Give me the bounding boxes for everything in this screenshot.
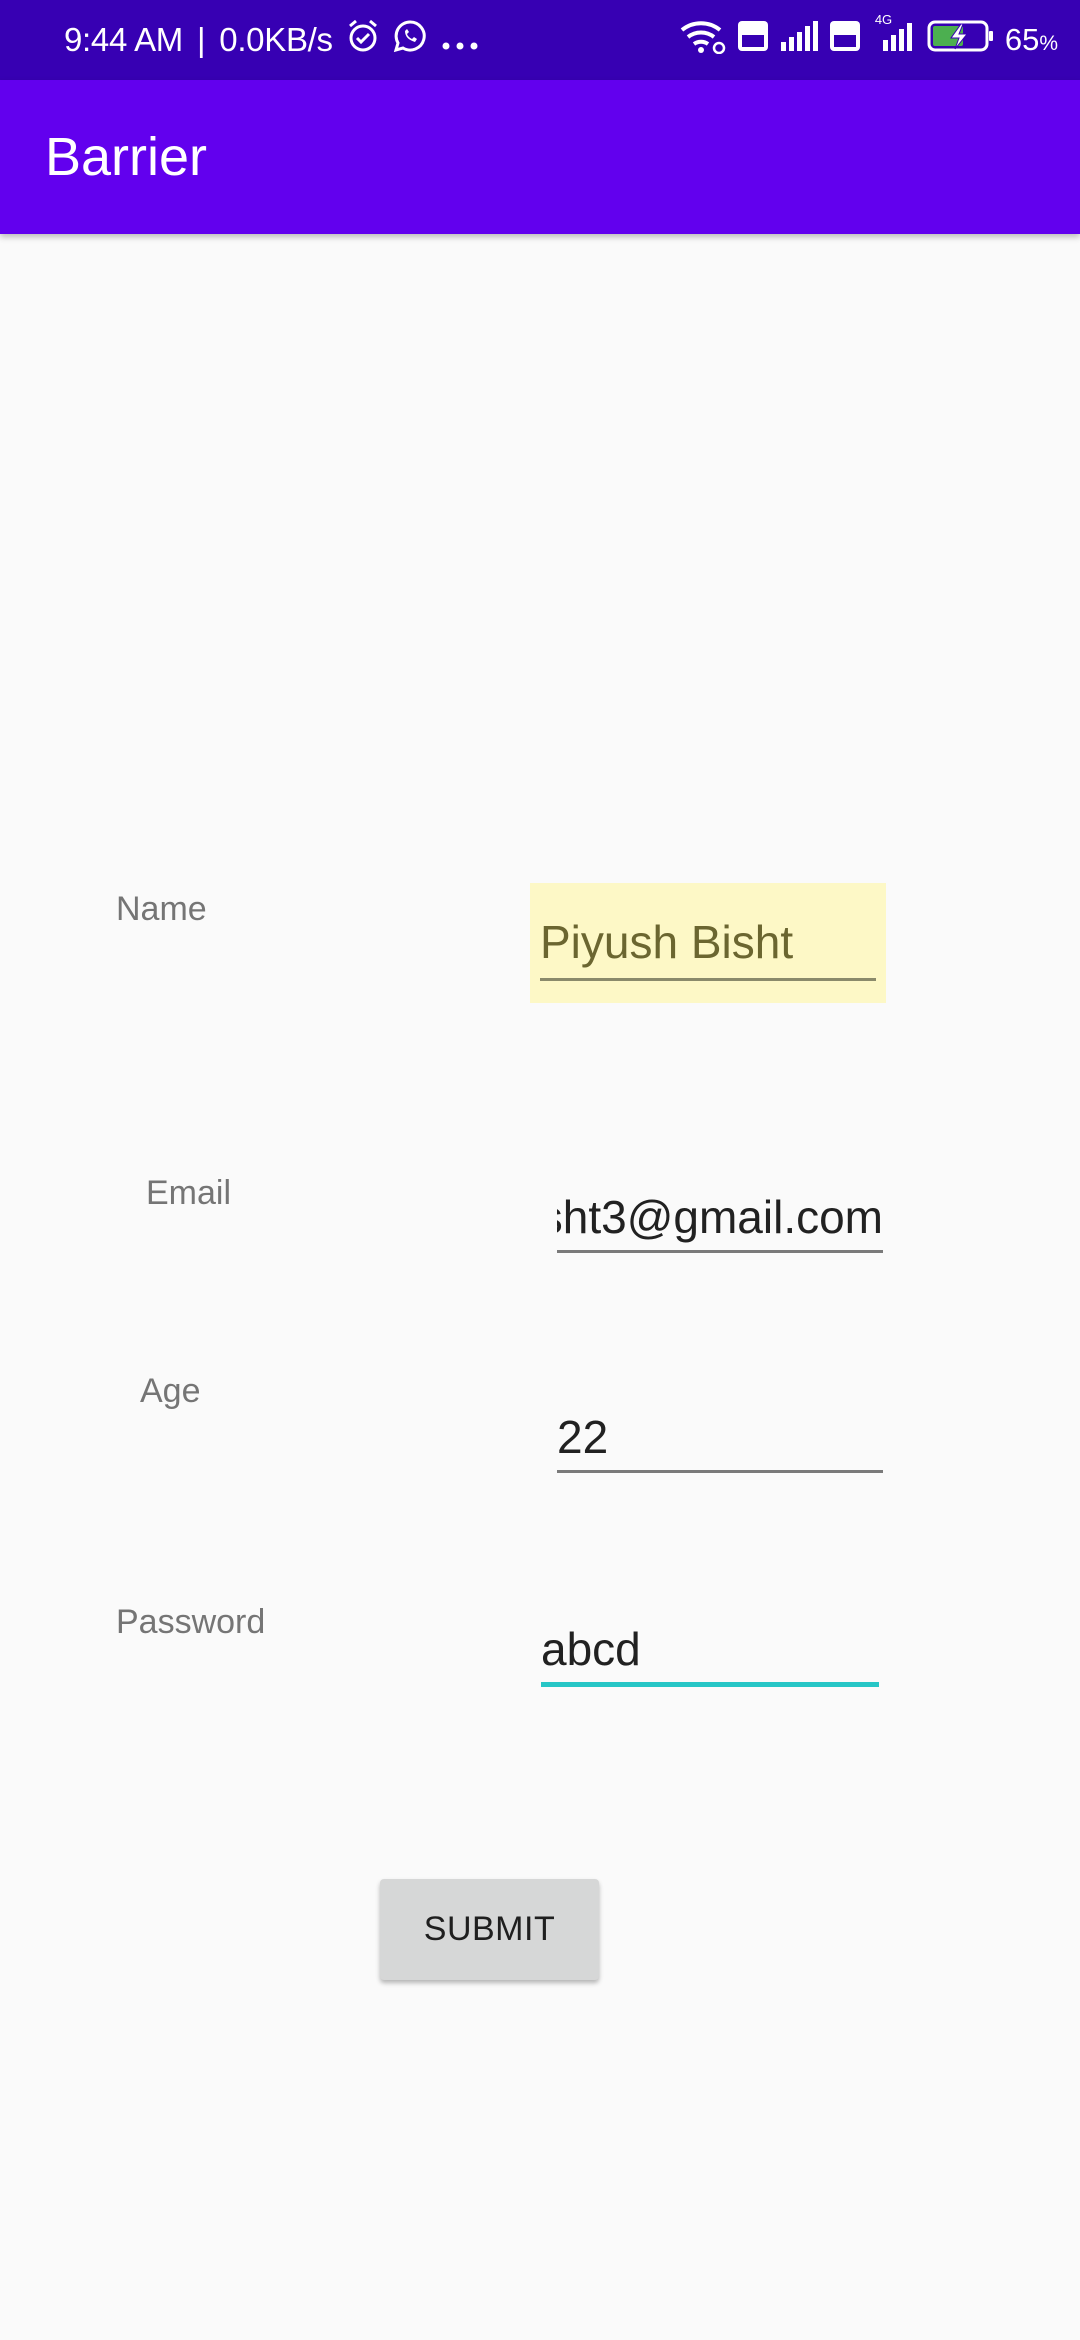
signal-icon [779,20,819,60]
status-bar: 9:44 AM | 0.0KB/s 4G 65% [0,0,1080,80]
age-value: 22 [557,1411,609,1463]
status-left: 9:44 AM | 0.0KB/s [64,0,479,80]
email-field[interactable]: sht3@gmail.com [557,1180,883,1255]
app-bar: Barrier [0,80,1080,234]
name-underline [540,978,876,981]
password-label: Password [116,1603,266,1641]
alarm-icon [347,19,379,61]
network-type-label: 4G [874,12,893,27]
app-title: Barrier [45,127,208,187]
age-field[interactable]: 22 [557,1400,883,1475]
status-separator: | [196,21,206,58]
wifi-icon [679,18,727,62]
submit-button[interactable]: SUBMIT [380,1879,599,1980]
volte-icon [829,20,861,60]
age-underline [557,1470,883,1473]
email-value: sht3@gmail.com [557,1191,883,1243]
volte-icon [737,20,769,60]
more-dots-icon [441,21,479,59]
name-value: Piyush Bisht [540,916,794,968]
signal-4g-icon: 4G [871,12,917,60]
battery-percent: 65% [1004,22,1058,57]
name-field[interactable]: Piyush Bisht [530,883,886,1003]
status-right: 4G 65% [679,0,1058,80]
email-underline [557,1250,883,1253]
status-time: 9:44 AM [64,21,183,58]
age-label: Age [140,1372,201,1410]
password-value: abcd [541,1623,641,1675]
password-underline [541,1682,879,1687]
network-speed: 0.0KB/s [219,21,333,58]
name-label: Name [116,890,207,928]
email-label: Email [146,1174,232,1212]
password-field[interactable]: abcd [541,1612,879,1690]
battery-charging-icon [927,19,995,61]
whatsapp-icon [393,19,427,61]
